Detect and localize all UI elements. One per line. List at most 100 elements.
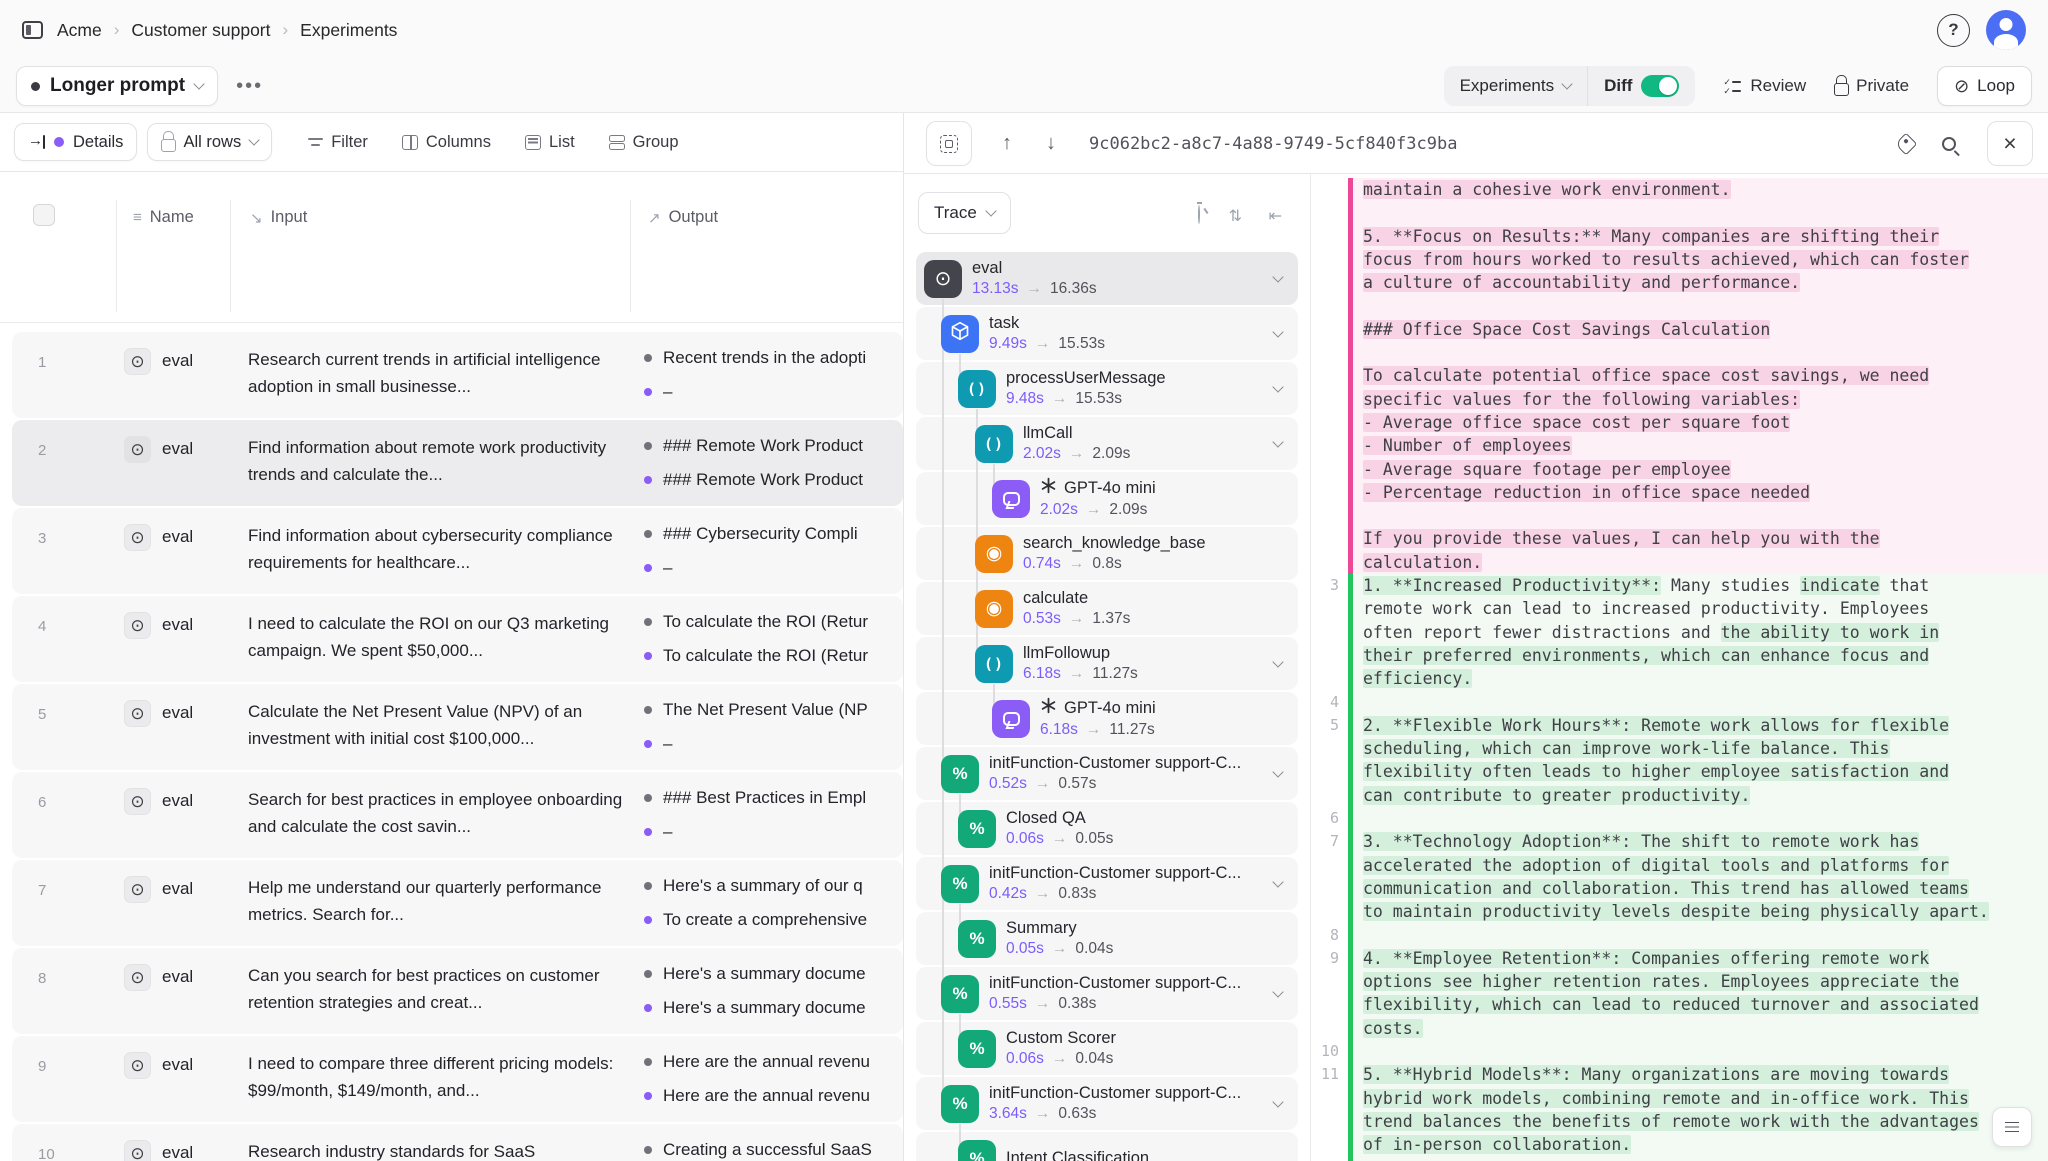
breadcrumb-project[interactable]: Customer support [131,20,270,41]
trace-view-dropdown[interactable]: Trace [918,192,1011,234]
row-input: Research current trends in artificial in… [248,346,624,400]
diff-line-number [1311,854,1348,877]
table-row[interactable]: 8⊙evalCan you search for best practices … [12,948,903,1034]
group-button[interactable]: Group [597,133,691,152]
details-button[interactable]: Details [14,123,137,161]
columns-button[interactable]: Columns [390,133,503,152]
trace-span-row[interactable]: ()llmCall2.02s→2.09s [916,417,1298,470]
span-meta: processUserMessage9.48s→15.53s [1006,368,1166,410]
review-button[interactable]: Review [1723,76,1806,96]
collapse-panel-button[interactable]: ⇤ [1269,206,1282,226]
column-header-name[interactable]: ≡ Name [133,208,194,227]
diff-view: maintain a cohesive work environment.5. … [1311,174,2048,1161]
trace-span-row[interactable]: GPT-4o mini6.18s→11.27s [916,692,1298,745]
trace-span-row[interactable]: ◉calculate0.53s→1.37s [916,582,1298,635]
breadcrumb-section[interactable]: Experiments [300,20,397,41]
experiment-selector[interactable]: Longer prompt [16,66,218,106]
table-row[interactable]: 9⊙evalI need to compare three different … [12,1036,903,1122]
breadcrumb-workspace[interactable]: Acme [57,20,102,41]
duration-base: 0.83s [1058,884,1096,904]
loop-button[interactable]: ⊘ Loop [1937,66,2032,106]
chevron-down-icon [985,205,996,216]
arrow-icon: → [1069,554,1085,574]
sidebar-toggle-icon[interactable] [22,21,43,39]
table-row[interactable]: 5⊙evalCalculate the Net Present Value (N… [12,684,903,770]
trace-span-row[interactable]: GPT-4o mini2.02s→2.09s [916,472,1298,525]
row-output-base: ### Remote Work Product [644,436,903,456]
table-row[interactable]: 6⊙evalSearch for best practices in emplo… [12,772,903,858]
timing-button[interactable] [1198,206,1200,224]
trace-span-row[interactable]: task9.49s→15.53s [916,307,1298,360]
diff-line-number [1311,458,1348,481]
table-row[interactable]: 4⊙evalI need to calculate the ROI on our… [12,596,903,682]
all-rows-dropdown[interactable]: All rows [147,123,272,161]
span-meta: Intent Classification [1006,1148,1149,1161]
row-number: 2 [38,442,46,459]
trace-span-row[interactable]: %Intent Classification [916,1132,1298,1161]
trace-span-row[interactable]: ⊙eval13.13s→16.36s [916,252,1298,305]
trace-span-row[interactable]: ◉search_knowledge_base0.74s→0.8s [916,527,1298,580]
output-format-button[interactable] [1992,1107,2032,1147]
expand-chevron-icon[interactable] [1272,986,1283,997]
prev-row-button[interactable]: ↑ [1002,113,1012,174]
avatar[interactable] [1986,10,2026,50]
expand-chevron-icon[interactable] [1272,271,1283,282]
span-name-text: Summary [1006,918,1077,939]
diff-line-content: remote work can lead to increased produc… [1353,597,2048,620]
search-button[interactable] [1942,113,1956,174]
expand-chevron-icon[interactable] [1272,1096,1283,1107]
trace-span-row[interactable]: %initFunction-Customer support-C...0.52s… [916,747,1298,800]
list-button[interactable]: List [513,133,587,152]
expand-chevron-icon[interactable] [1272,381,1283,392]
table-row[interactable]: 1⊙evalResearch current trends in artific… [12,332,903,418]
table-header: ≡ Name ↘ Input ↗ Output [0,172,903,323]
trace-span-row[interactable]: %Summary0.05s→0.04s [916,912,1298,965]
top-bar: Acme › Customer support › Experiments ? [0,0,2048,60]
trace-span-row[interactable]: ()llmFollowup6.18s→11.27s [916,637,1298,690]
scorer-icon: % [952,874,967,894]
expand-chevron-icon[interactable] [1272,876,1283,887]
view-dropdown[interactable]: Experiments [1444,66,1587,106]
arrow-icon: → [1086,500,1102,520]
table-row[interactable]: 7⊙evalHelp me understand our quarterly p… [12,860,903,946]
breadcrumb: Acme › Customer support › Experiments [57,20,397,41]
more-options-button[interactable]: ••• [236,75,263,98]
diff-line-content [1353,691,2048,714]
duration-experiment: 0.52s [989,774,1027,794]
filter-button[interactable]: Filter [296,133,380,152]
next-row-button[interactable]: ↓ [1046,113,1056,174]
trace-span-row[interactable]: %Custom Scorer0.06s→0.04s [916,1022,1298,1075]
row-name: eval [162,967,193,987]
table-row[interactable]: 10⊙evalResearch industry standards for S… [12,1124,903,1161]
diff-line-content: of in-person collaboration. [1353,1133,2048,1156]
output-text: Recent trends in the adopti [663,348,866,368]
function-icon: () [984,655,1004,673]
diff-toggle[interactable] [1641,75,1679,97]
expand-chevron-icon[interactable] [1272,436,1283,447]
private-button[interactable]: Private [1834,76,1909,96]
trace-span-row[interactable]: %initFunction-Customer support-C...0.42s… [916,857,1298,910]
select-all-checkbox[interactable] [33,204,55,226]
span-name-text: task [989,313,1019,334]
function-icon: () [984,435,1004,453]
close-panel-button[interactable]: × [1987,121,2033,166]
focus-trace-button[interactable] [926,121,972,166]
trace-span-row[interactable]: ()processUserMessage9.48s→15.53s [916,362,1298,415]
trace-span-row[interactable]: %initFunction-Customer support-C...0.55s… [916,967,1298,1020]
expand-chevron-icon[interactable] [1272,326,1283,337]
tag-button[interactable] [1898,113,1914,174]
help-icon[interactable]: ? [1937,14,1970,47]
row-output-experiment: – [644,822,903,842]
table-row[interactable]: 2⊙evalFind information about remote work… [12,420,903,506]
span-name-text: GPT-4o mini [1064,478,1156,499]
expand-chevron-icon[interactable] [1272,766,1283,777]
collapse-all-button[interactable]: ⇅ [1229,206,1242,226]
diff-line-content: trend balances the benefits of remote wo… [1353,1110,2048,1133]
trace-span-row[interactable]: %initFunction-Customer support-C...3.64s… [916,1077,1298,1130]
expand-chevron-icon[interactable] [1272,656,1283,667]
trace-span-row[interactable]: %Closed QA0.06s→0.05s [916,802,1298,855]
column-header-output[interactable]: ↗ Output [648,208,718,227]
table-row[interactable]: 3⊙evalFind information about cybersecuri… [12,508,903,594]
diff-added-line: 10 [1311,1040,2048,1063]
column-header-input[interactable]: ↘ Input [250,208,307,227]
